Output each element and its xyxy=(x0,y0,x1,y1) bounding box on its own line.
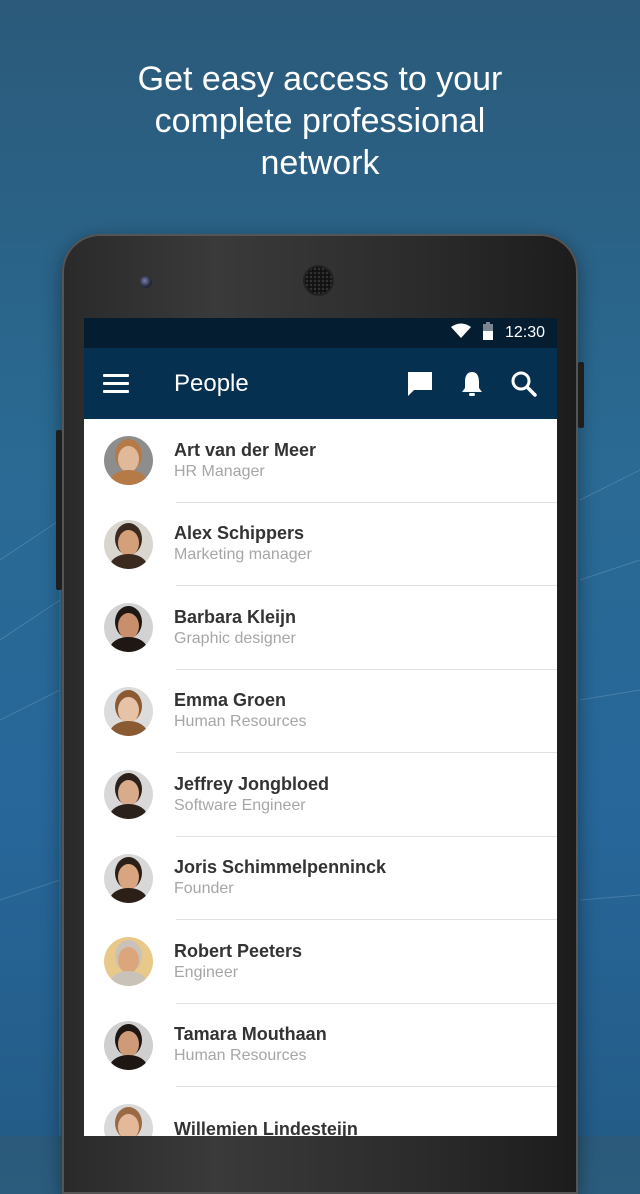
person-role: Marketing manager xyxy=(174,546,312,564)
avatar xyxy=(104,1104,153,1136)
person-role: Graphic designer xyxy=(174,629,296,647)
person-name: Joris Schimmelpenninck xyxy=(174,857,387,878)
avatar xyxy=(104,853,153,903)
volume-button xyxy=(56,430,62,590)
person-role: Human Resources xyxy=(174,713,307,731)
list-item[interactable]: Willemien Lindesteijn xyxy=(84,1087,557,1136)
list-item[interactable]: Emma Groen Human Resources xyxy=(84,670,557,754)
headline-line-1: Get easy access to your xyxy=(137,60,503,98)
list-item[interactable]: Jeffrey Jongbloed Software Engineer xyxy=(84,753,557,837)
person-role: Human Resources xyxy=(174,1047,307,1065)
list-item[interactable]: Robert Peeters Engineer xyxy=(84,920,557,1004)
person-role: Engineer xyxy=(174,963,239,981)
front-camera xyxy=(140,276,152,288)
person-info: Tamara Mouthaan Human Resources xyxy=(174,1023,327,1067)
avatar xyxy=(104,1020,153,1070)
person-name: Barbara Kleijn xyxy=(174,606,297,627)
headline-line-3: network xyxy=(260,144,380,182)
power-button xyxy=(578,362,584,428)
person-name: Robert Peeters xyxy=(174,940,303,961)
person-info: Art van der Meer HR Manager xyxy=(174,439,316,483)
person-name: Jeffrey Jongbloed xyxy=(174,773,330,794)
search-icon[interactable] xyxy=(509,369,539,399)
headline: Get easy access to your complete profess… xyxy=(0,58,640,184)
page-title: People xyxy=(174,369,249,397)
person-info: Joris Schimmelpenninck Founder xyxy=(174,856,386,900)
person-name: Tamara Mouthaan xyxy=(174,1024,327,1045)
avatar xyxy=(104,436,153,486)
person-name: Alex Schippers xyxy=(174,523,305,544)
list-item[interactable]: Alex Schippers Marketing manager xyxy=(84,503,557,587)
person-info: Willemien Lindesteijn xyxy=(174,1118,358,1136)
phone-screen: 12:30 People Art van der Meer HR Manager A… xyxy=(84,318,557,1136)
person-role: Software Engineer xyxy=(174,796,306,814)
person-info: Jeffrey Jongbloed Software Engineer xyxy=(174,773,329,817)
people-list: Art van der Meer HR Manager Alex Schippers… xyxy=(84,419,557,1136)
person-name: Willemien Lindesteijn xyxy=(174,1118,358,1136)
person-name: Art van der Meer xyxy=(174,439,317,460)
list-item[interactable]: Joris Schimmelpenninck Founder xyxy=(84,837,557,921)
person-info: Alex Schippers Marketing manager xyxy=(174,522,312,566)
battery-icon xyxy=(482,321,493,345)
status-time: 12:30 xyxy=(504,324,545,341)
person-role: HR Manager xyxy=(174,462,265,480)
status-bar: 12:30 xyxy=(84,318,557,348)
avatar xyxy=(104,519,153,569)
headline-line-2: complete professional xyxy=(154,102,486,140)
person-info: Barbara Kleijn Graphic designer xyxy=(174,606,296,650)
avatar xyxy=(104,770,153,820)
app-bar: People xyxy=(84,348,557,419)
list-item[interactable]: Tamara Mouthaan Human Resources xyxy=(84,1004,557,1088)
wifi-icon xyxy=(450,323,471,344)
list-item[interactable]: Art van der Meer HR Manager xyxy=(84,419,557,503)
earpiece-speaker xyxy=(305,267,332,294)
person-info: Emma Groen Human Resources xyxy=(174,689,307,733)
avatar xyxy=(104,686,153,736)
person-name: Emma Groen xyxy=(174,690,287,711)
hamburger-menu-icon[interactable] xyxy=(103,374,129,393)
person-role: Founder xyxy=(174,880,234,898)
list-item[interactable]: Barbara Kleijn Graphic designer xyxy=(84,586,557,670)
avatar xyxy=(104,603,153,653)
person-info: Robert Peeters Engineer xyxy=(174,940,302,984)
chat-icon[interactable] xyxy=(405,369,435,399)
avatar xyxy=(104,937,153,987)
bell-icon[interactable] xyxy=(457,369,487,399)
